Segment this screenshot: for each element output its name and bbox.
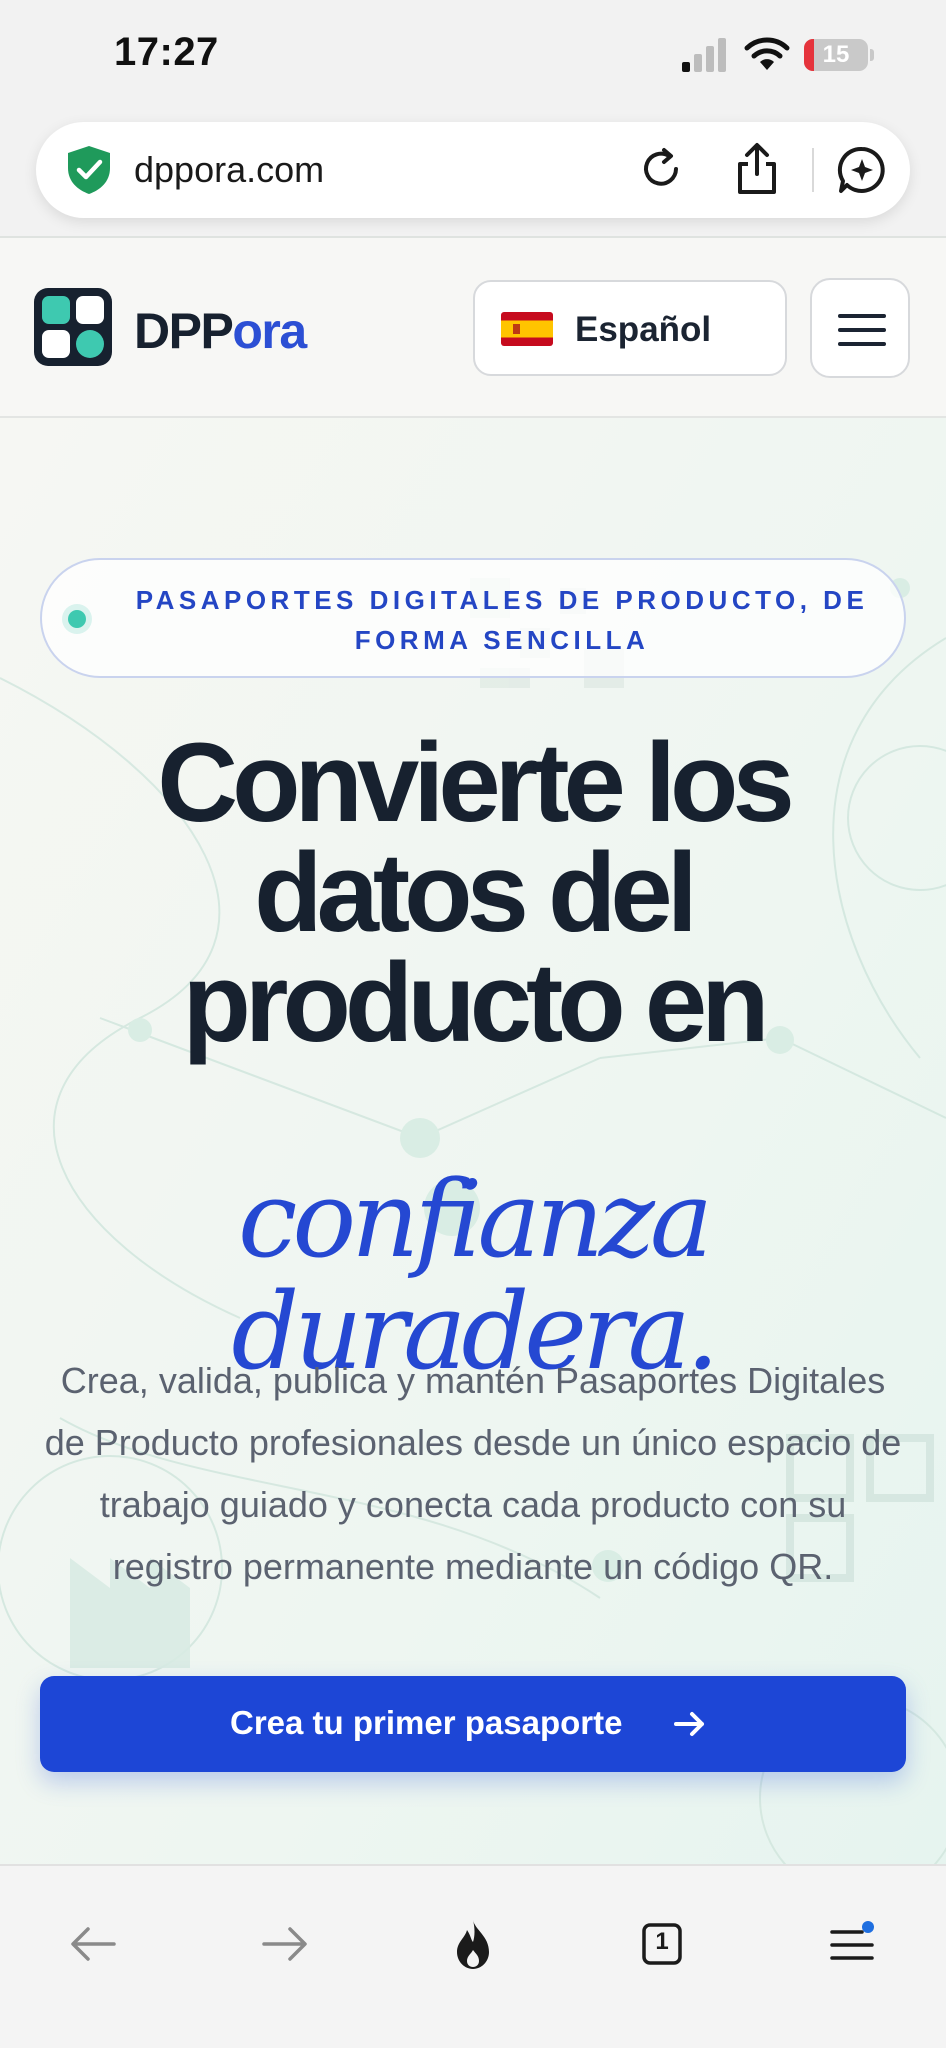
cellular-signal-icon: [682, 38, 726, 72]
secure-shield-icon[interactable]: [64, 144, 114, 196]
tabs-button[interactable]: 1: [634, 1916, 690, 1972]
site-header: DPPora Español: [0, 238, 946, 418]
ai-chat-icon[interactable]: [836, 144, 888, 196]
toolbar-divider: [812, 148, 814, 192]
battery-percentage: 15: [822, 41, 850, 68]
tabs-count: 1: [655, 1928, 669, 1955]
back-arrow-icon[interactable]: [66, 1916, 122, 1972]
menu-button[interactable]: [810, 278, 910, 378]
menu-icon[interactable]: [824, 1916, 880, 1972]
status-time: 17:27: [114, 30, 219, 74]
arrow-right-icon: [674, 1712, 704, 1736]
address-bar[interactable]: dppora.com: [36, 122, 910, 218]
flame-icon[interactable]: [445, 1916, 501, 1972]
status-bar: 17:27 15: [0, 0, 946, 112]
create-passport-button[interactable]: Crea tu primer pasaporte: [40, 1676, 906, 1772]
logo-icon[interactable]: [34, 288, 112, 366]
tagline-text: PASAPORTES DIGITALES DE PRODUCTO, DE FOR…: [135, 585, 869, 655]
status-dot-icon: [68, 610, 86, 628]
language-label: Español: [575, 310, 712, 349]
url-text[interactable]: dppora.com: [134, 149, 324, 191]
logo-wordmark[interactable]: DPPora: [134, 302, 307, 360]
cta-label: Crea tu primer pasaporte: [230, 1704, 623, 1741]
spain-flag-icon: [501, 312, 553, 346]
hero-section: PASAPORTES DIGITALES DE PRODUCTO, DE FOR…: [0, 418, 946, 1864]
wifi-icon: [744, 37, 790, 70]
web-page: DPPora Español PASAPORTES DIGITALES DE P…: [0, 236, 946, 1864]
language-selector[interactable]: Español: [473, 280, 787, 376]
battery-indicator: 15: [804, 39, 874, 71]
reload-icon[interactable]: [636, 144, 686, 194]
share-icon[interactable]: [732, 142, 782, 196]
forward-arrow-icon[interactable]: [256, 1916, 312, 1972]
browser-toolbar: 1: [0, 1864, 946, 2048]
hero-description: Crea, valida, publica y mantén Pasaporte…: [44, 1360, 902, 1587]
tagline-badge: PASAPORTES DIGITALES DE PRODUCTO, DE FOR…: [40, 558, 906, 678]
hero-headline: Convierte los datos del producto en: [157, 720, 795, 1065]
